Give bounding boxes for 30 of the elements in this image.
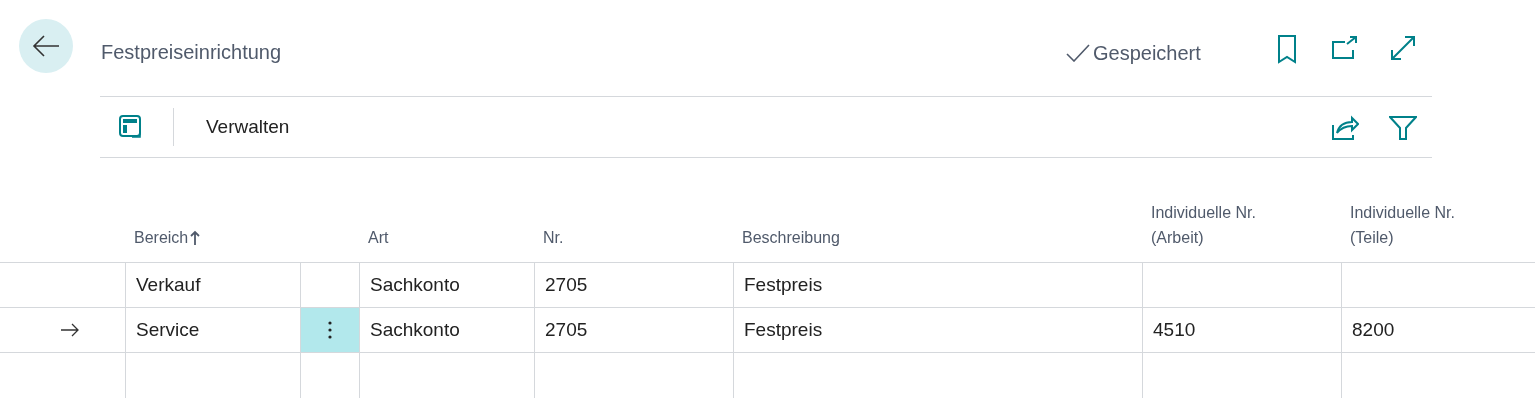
table-cell-text: 2705 xyxy=(545,272,588,297)
table-cell-text: 4510 xyxy=(1153,317,1196,342)
table-cell-text: Service xyxy=(136,317,200,342)
action-tab[interactable]: Verwalten xyxy=(206,112,290,142)
back-button[interactable] xyxy=(19,19,73,73)
column-header[interactable]: Beschreibung xyxy=(742,225,840,250)
page-title: Festpreiseinrichtung xyxy=(101,40,282,65)
filter-icon[interactable] xyxy=(1389,115,1417,141)
column-header[interactable]: Nr. xyxy=(543,225,564,250)
table-cell-text: Festpreis xyxy=(744,317,823,342)
column-header[interactable]: Individuelle Nr. (Teile) xyxy=(1350,200,1470,250)
back-arrow-icon xyxy=(32,35,60,57)
expand-icon[interactable] xyxy=(1390,35,1416,61)
column-header[interactable]: Individuelle Nr. (Arbeit) xyxy=(1151,200,1271,250)
table-cell-text: Verkauf xyxy=(136,272,201,297)
table-cell-text: Sachkonto xyxy=(370,317,460,342)
table-cell-text: 8200 xyxy=(1352,317,1395,342)
sort-ascending-icon xyxy=(190,229,201,246)
table-cell-text: Festpreis xyxy=(744,272,823,297)
more-options-icon xyxy=(328,320,332,340)
bookmark-icon[interactable] xyxy=(1276,34,1298,64)
table-cell-text: 2705 xyxy=(545,317,588,342)
table-cell-text: Sachkonto xyxy=(370,272,460,297)
column-header[interactable]: Art xyxy=(368,225,389,250)
column-header[interactable]: Bereich xyxy=(134,225,201,250)
share-icon[interactable] xyxy=(1331,115,1359,141)
save-status: Gespeichert xyxy=(1093,41,1201,66)
open-in-new-window-icon[interactable] xyxy=(1331,36,1359,60)
layout-icon[interactable] xyxy=(118,114,144,140)
check-icon xyxy=(1066,44,1090,62)
